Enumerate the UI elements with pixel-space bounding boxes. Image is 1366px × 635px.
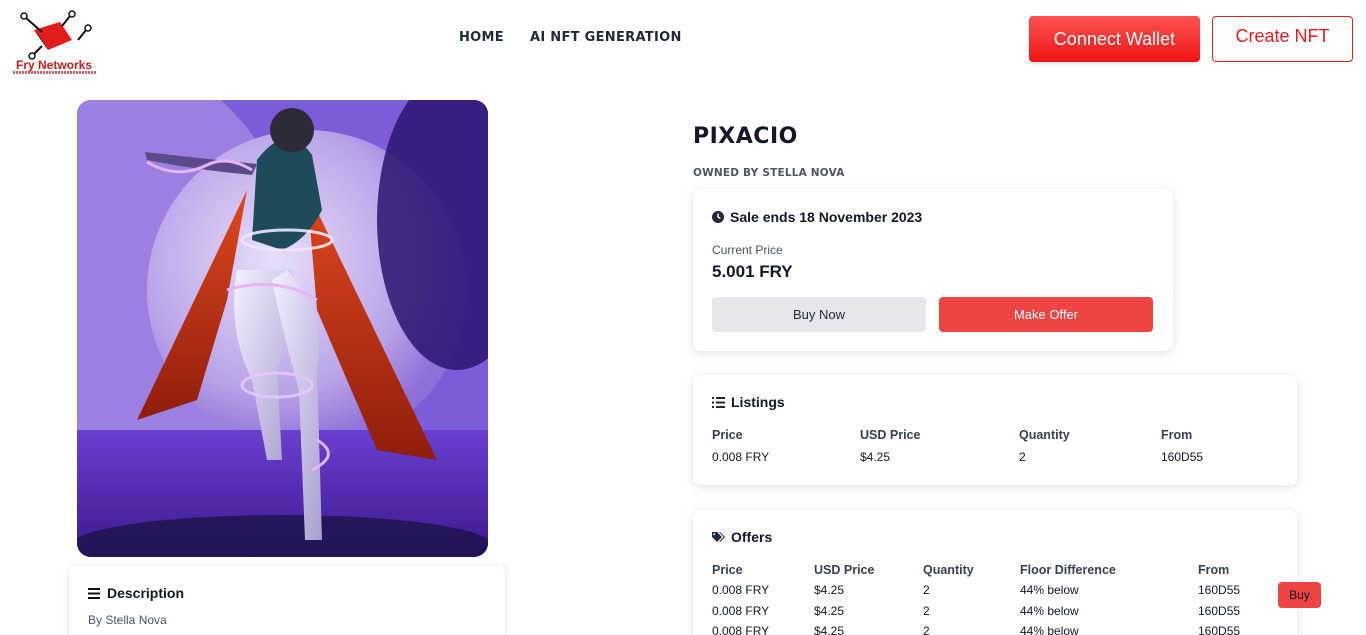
listings-cell-from[interactable]: 160D55 (1161, 450, 1203, 464)
offer-cell-price: 0.008 FRY (712, 624, 770, 635)
current-price-value: 5.001 FRY (712, 262, 793, 281)
listings-header-quantity: Quantity (1019, 428, 1070, 442)
listings-header-from: From (1161, 428, 1193, 442)
make-offer-button[interactable]: Make Offer (939, 297, 1153, 332)
offer-cell-quantity: 2 (923, 583, 930, 597)
current-price-label: Current Price (712, 243, 783, 257)
nft-title: PIXACIO (693, 124, 798, 149)
clock-icon (712, 211, 724, 223)
offer-cell-from[interactable]: 160D55 (1198, 604, 1240, 618)
offer-cell-usd-price: $4.25 (814, 624, 845, 635)
offers-title: Offers (731, 529, 773, 545)
nav-ai-nft-generation[interactable]: AI NFT GENERATION (530, 30, 682, 45)
drone-logo-icon (20, 10, 92, 60)
brand-name: Fry Networks (15, 58, 93, 72)
description-author: By Stella Nova (88, 613, 167, 627)
offers-header-price: Price (712, 563, 743, 577)
offer-cell-usd-price: $4.25 (814, 604, 845, 618)
sale-card: Sale ends 18 November 2023 Current Price… (693, 189, 1173, 351)
description-card: Description By Stella Nova (69, 566, 505, 635)
listings-cell-price: 0.008 FRY (712, 450, 770, 464)
offer-cell-price: 0.008 FRY (712, 604, 770, 618)
nft-owner[interactable]: OWNED BY STELLA NOVA (693, 167, 845, 179)
description-title: Description (107, 585, 185, 601)
offer-cell-usd-price: $4.25 (814, 583, 845, 597)
create-nft-button[interactable]: Create NFT (1212, 16, 1353, 62)
offer-cell-from[interactable]: 160D55 (1198, 583, 1240, 597)
offer-cell-quantity: 2 (923, 604, 930, 618)
listings-cell-quantity: 2 (1019, 450, 1026, 464)
offers-header-quantity: Quantity (923, 563, 974, 577)
offer-cell-quantity: 2 (923, 624, 930, 635)
listings-card: Listings Price USD Price Quantity From 0… (693, 375, 1297, 485)
brand-tagline-decoration (13, 71, 97, 74)
offer-cell-from[interactable]: 160D55 (1198, 624, 1240, 635)
listings-heading: Listings (712, 394, 785, 410)
tags-icon (712, 531, 725, 542)
artwork-illustration (77, 100, 488, 557)
nft-artwork-image (77, 100, 488, 557)
buy-now-button[interactable]: Buy Now (712, 297, 926, 332)
offer-cell-price: 0.008 FRY (712, 583, 770, 597)
sale-ends-heading: Sale ends 18 November 2023 (712, 209, 922, 225)
offers-header-from: From (1198, 563, 1230, 577)
offers-heading: Offers (712, 529, 772, 545)
sale-ends-text: Sale ends 18 November 2023 (730, 209, 923, 225)
menu-lines-icon (88, 587, 100, 599)
offer-cell-floor-difference: 44% below (1020, 583, 1079, 597)
offers-header-floor-difference: Floor Difference (1020, 563, 1116, 577)
nav-home[interactable]: HOME (459, 30, 504, 45)
offer-cell-floor-difference: 44% below (1020, 624, 1079, 635)
offer-buy-button[interactable]: Buy (1278, 582, 1321, 608)
listings-cell-usd-price: $4.25 (860, 450, 891, 464)
listings-header-price: Price (712, 428, 743, 442)
connect-wallet-button[interactable]: Connect Wallet (1029, 16, 1200, 62)
listings-header-usd-price: USD Price (860, 428, 921, 442)
offers-header-usd-price: USD Price (814, 563, 875, 577)
offer-cell-floor-difference: 44% below (1020, 604, 1079, 618)
list-icon (712, 396, 725, 408)
description-heading: Description (88, 585, 184, 601)
header: Fry Networks HOME AI NFT GENERATION Conn… (0, 0, 1366, 84)
offers-card: Offers Price USD Price Quantity Floor Di… (693, 510, 1297, 635)
listings-title: Listings (731, 394, 785, 410)
fry-networks-logo[interactable]: Fry Networks (12, 10, 97, 74)
main-nav: HOME AI NFT GENERATION (459, 30, 682, 45)
